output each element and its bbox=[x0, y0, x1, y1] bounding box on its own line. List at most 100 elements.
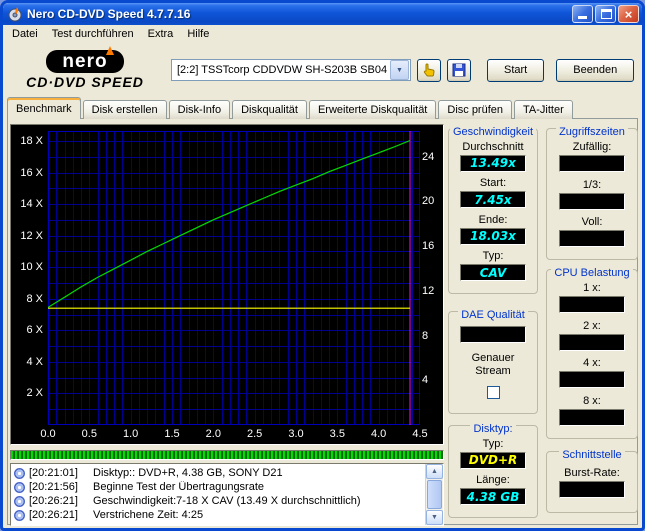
tab-erweiterte-diskqualit-t[interactable]: Erweiterte Diskqualität bbox=[309, 100, 436, 119]
scroll-up-button[interactable]: ▲ bbox=[426, 464, 443, 479]
disc-icon bbox=[14, 496, 25, 507]
speed-ende-label: Ende: bbox=[479, 214, 508, 226]
disc-icon bbox=[14, 482, 25, 493]
benchmark-page: 2 X4 X6 X8 X10 X12 X14 X16 X18 X48121620… bbox=[7, 118, 638, 525]
menu-bar: DateiTest durchführenExtraHilfe bbox=[3, 25, 644, 43]
iface-burst-rate-field: Burst-Rate: bbox=[559, 467, 625, 498]
disc-icon bbox=[14, 468, 25, 479]
capacity-axis-tick: 3.0 bbox=[283, 428, 309, 440]
log-entry[interactable]: [20:21:56]Beginne Test der Übertragungsr… bbox=[12, 480, 425, 494]
tab-disk-erstellen[interactable]: Disk erstellen bbox=[83, 100, 167, 119]
cpu-4-x-display bbox=[559, 371, 625, 388]
speed-axis-tick: 4 X bbox=[11, 356, 43, 368]
cpu-4-x-label: 4 x: bbox=[583, 357, 601, 369]
title-bar[interactable]: Nero CD-DVD Speed 4.7.7.16 × bbox=[3, 3, 642, 25]
maximize-icon bbox=[601, 9, 612, 19]
close-button[interactable]: × bbox=[618, 5, 639, 23]
speed-axis-tick: 8 X bbox=[11, 293, 43, 305]
product-name: CD·DVD SPEED bbox=[26, 74, 144, 90]
access-voll-display bbox=[559, 230, 625, 247]
cpu-1-x-field: 1 x: bbox=[559, 282, 625, 313]
quit-button[interactable]: Beenden bbox=[556, 59, 634, 82]
speed-ende-display: 18.03x bbox=[460, 228, 526, 245]
log-entry[interactable]: [20:26:21]Verstrichene Zeit: 4:25 bbox=[12, 508, 425, 522]
cpu-usage-panel: CPU Belastung 1 x:2 x:4 x:8 x: bbox=[546, 269, 638, 439]
log-entry-time: [20:26:21] bbox=[29, 509, 93, 521]
disc-l-nge-field: Länge:4.38 GB bbox=[460, 474, 526, 505]
nero-brand: nero bbox=[46, 50, 123, 73]
save-button[interactable] bbox=[447, 59, 471, 82]
disc-type-panel-body: Typ: DVD+R Länge:4.38 GB bbox=[449, 426, 537, 511]
speed-start-display: 7.45x bbox=[460, 191, 526, 208]
cpu-4-x-field: 4 x: bbox=[559, 357, 625, 388]
toolbar: nero CD·DVD SPEED [2:2] TSSTcorp CDDVDW … bbox=[3, 43, 642, 97]
speed-start-text: 7.45x bbox=[474, 193, 511, 207]
eject-button[interactable] bbox=[417, 59, 441, 82]
disc-typ-field: Typ: DVD+R bbox=[460, 438, 526, 469]
minimize-icon bbox=[578, 16, 587, 19]
access-times-panel-body: Zufällig:1/3:Voll: bbox=[547, 129, 637, 253]
nero-logo: nero CD·DVD SPEED bbox=[9, 50, 161, 90]
menu-item-hilfe[interactable]: Hilfe bbox=[180, 26, 216, 42]
log-entry[interactable]: [20:26:21]Geschwindigkeit:7-18 X CAV (13… bbox=[12, 494, 425, 508]
cpu-usage-panel-body: 1 x:2 x:4 x:8 x: bbox=[547, 270, 637, 432]
menu-item-datei[interactable]: Datei bbox=[5, 26, 45, 42]
rate-axis-tick: 24 bbox=[422, 151, 444, 163]
menu-item-extra[interactable]: Extra bbox=[141, 26, 181, 42]
access-zuf-llig-label: Zufällig: bbox=[573, 141, 612, 153]
minimize-button[interactable] bbox=[572, 5, 593, 23]
dae-value-display bbox=[460, 326, 526, 343]
disc-typ-text: DVD+R bbox=[469, 453, 518, 467]
tab-disk-info[interactable]: Disk-Info bbox=[169, 100, 230, 119]
disc-l-nge-label: Länge: bbox=[476, 474, 510, 486]
app-window: Nero CD-DVD Speed 4.7.7.16 × DateiTest d… bbox=[0, 0, 645, 531]
start-button[interactable]: Start bbox=[487, 59, 544, 82]
window-title: Nero CD-DVD Speed 4.7.7.16 bbox=[27, 7, 572, 21]
plot-border bbox=[49, 132, 420, 425]
log-list[interactable]: [20:21:01]Disktyp:: DVD+R, 4.38 GB, SONY… bbox=[10, 463, 444, 526]
iface-burst-rate-label: Burst-Rate: bbox=[564, 467, 620, 479]
capacity-axis-tick: 1.5 bbox=[159, 428, 185, 440]
menu-item-test-durchf-hren[interactable]: Test durchführen bbox=[45, 26, 141, 42]
rate-axis-tick: 8 bbox=[422, 330, 444, 342]
chevron-down-icon[interactable]: ▼ bbox=[390, 60, 409, 80]
tab-benchmark[interactable]: Benchmark bbox=[7, 97, 81, 119]
access-times-panel: Zugriffszeiten Zufällig:1/3:Voll: bbox=[546, 128, 638, 260]
rate-axis-tick: 4 bbox=[422, 374, 444, 386]
rate-axis-tick: 12 bbox=[422, 285, 444, 297]
disc-typ-label: Typ: bbox=[483, 438, 504, 450]
drive-select[interactable]: [2:2] TSSTcorp CDDVDW SH-S203B SB04 ▼ bbox=[171, 59, 411, 81]
drive-select-value: [2:2] TSSTcorp CDDVDW SH-S203B SB04 bbox=[172, 64, 390, 76]
disc-icon bbox=[14, 510, 25, 521]
window-controls: × bbox=[572, 5, 639, 23]
capacity-axis-tick: 2.0 bbox=[200, 428, 226, 440]
accurate-stream-checkbox[interactable] bbox=[487, 386, 500, 399]
cpu-8-x-field: 8 x: bbox=[559, 395, 625, 426]
accurate-stream-label: Genauer Stream bbox=[465, 352, 521, 378]
interface-panel-title: Schnittstelle bbox=[559, 449, 624, 461]
log-entry-time: [20:21:56] bbox=[29, 481, 93, 493]
scrollbar-thumb[interactable] bbox=[427, 480, 442, 509]
disc-type-panel-title: Disktyp: bbox=[470, 423, 515, 435]
capacity-axis-tick: 4.0 bbox=[366, 428, 392, 440]
access-zuf-llig-display bbox=[559, 155, 625, 172]
series-transfer-rate bbox=[48, 141, 410, 308]
log-rows: [20:21:01]Disktyp:: DVD+R, 4.38 GB, SONY… bbox=[12, 466, 425, 524]
log-entry[interactable]: [20:21:01]Disktyp:: DVD+R, 4.38 GB, SONY… bbox=[12, 466, 425, 480]
cpu-8-x-label: 8 x: bbox=[583, 395, 601, 407]
speed-axis-tick: 14 X bbox=[11, 198, 43, 210]
disc-typ-display: DVD+R bbox=[460, 452, 526, 469]
scroll-down-button[interactable]: ▼ bbox=[426, 510, 443, 525]
maximize-button[interactable] bbox=[595, 5, 616, 23]
tab-ta-jitter[interactable]: TA-Jitter bbox=[514, 100, 573, 119]
log-scrollbar[interactable]: ▲ ▼ bbox=[425, 464, 443, 525]
tab-diskqualit-t[interactable]: Diskqualität bbox=[232, 100, 307, 119]
speed-chart: 2 X4 X6 X8 X10 X12 X14 X16 X18 X48121620… bbox=[10, 124, 444, 445]
speed-start-field: Start:7.45x bbox=[460, 177, 526, 208]
speed-ende-field: Ende: 18.03x bbox=[460, 214, 526, 245]
tab-disc-pr-fen[interactable]: Disc prüfen bbox=[438, 100, 512, 119]
capacity-axis-tick: 2.5 bbox=[242, 428, 268, 440]
plot-area bbox=[48, 131, 420, 425]
log-entry-text: Beginne Test der Übertragungsrate bbox=[93, 481, 264, 493]
access-voll-field: Voll: bbox=[559, 216, 625, 247]
